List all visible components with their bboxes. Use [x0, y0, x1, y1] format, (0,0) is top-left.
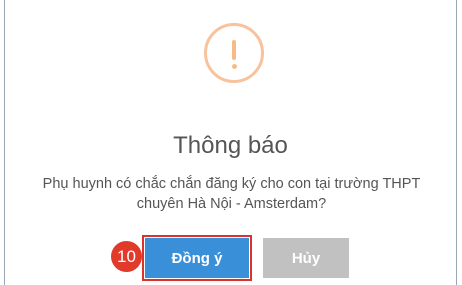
warning-exclamation-icon	[204, 23, 264, 83]
dialog-message: Phụ huynh có chắc chắn đăng ký cho con t…	[42, 176, 421, 212]
exclamation-dot	[231, 64, 237, 69]
confirm-dialog: Thông báo Phụ huynh có chắc chắn đăng ký…	[4, 0, 457, 285]
step-number-badge: 10	[111, 241, 142, 272]
cancel-button[interactable]: Hủy	[263, 238, 349, 278]
exclamation-bar	[232, 40, 236, 60]
confirm-button[interactable]: Đồng ý	[145, 238, 249, 278]
dialog-title: Thông báo	[173, 132, 288, 159]
